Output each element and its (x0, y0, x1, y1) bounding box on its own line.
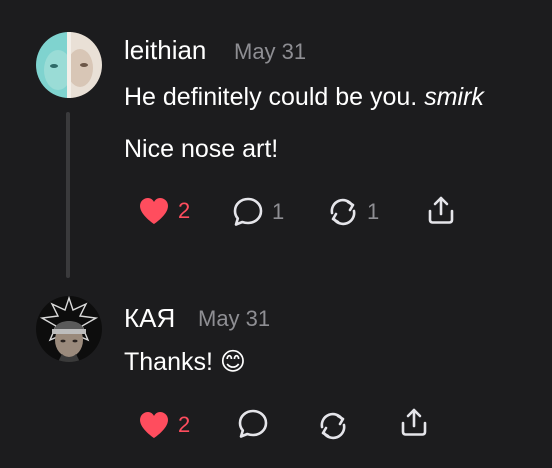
share-button[interactable] (398, 406, 430, 438)
comment-button[interactable]: 1 (232, 196, 284, 228)
smiling-face-emoji: 😊 (219, 348, 246, 376)
author-name[interactable]: leithian (124, 35, 206, 66)
repost-icon (330, 198, 356, 226)
speech-bubble-icon (233, 197, 263, 226)
repost-icon (320, 412, 346, 440)
share-button[interactable] (425, 194, 457, 226)
speech-bubble-icon (238, 409, 268, 438)
post-date[interactable]: May 31 (198, 306, 270, 332)
author-name[interactable]: КАЯ (124, 303, 175, 334)
thread-connector-line (66, 112, 70, 278)
avatar-leithian[interactable] (36, 32, 102, 98)
reply-thread: leithian May 31 He definitely could be y… (0, 0, 552, 468)
like-count: 2 (178, 198, 191, 223)
comment-count: 1 (272, 199, 285, 224)
comment-button[interactable] (237, 408, 269, 440)
avatar-kaya[interactable] (36, 296, 102, 362)
reply-text: Thanks! (124, 348, 213, 376)
repost-button[interactable] (317, 410, 349, 442)
share-icon (401, 408, 427, 436)
reply-text: Nice nose art! (124, 135, 279, 163)
reply-text-line: Thanks! 😊 (124, 347, 246, 377)
like-button[interactable]: 2 (138, 196, 190, 226)
repost-count: 1 (367, 199, 380, 224)
like-count: 2 (178, 412, 191, 437)
repost-button[interactable]: 1 (327, 196, 379, 228)
post-date[interactable]: May 31 (234, 39, 306, 65)
heart-icon (140, 412, 168, 438)
reply-text-emphasis: smirk (424, 83, 484, 111)
heart-icon (140, 198, 168, 224)
avatar-image (36, 296, 102, 362)
share-icon (428, 196, 454, 224)
reply-text: He definitely could be you. (124, 83, 425, 111)
avatar-image (36, 32, 102, 98)
reply-text-line: He definitely could be you. smirk (124, 83, 484, 112)
like-button[interactable]: 2 (138, 410, 190, 440)
reply-text-line: Nice nose art! (124, 135, 278, 164)
